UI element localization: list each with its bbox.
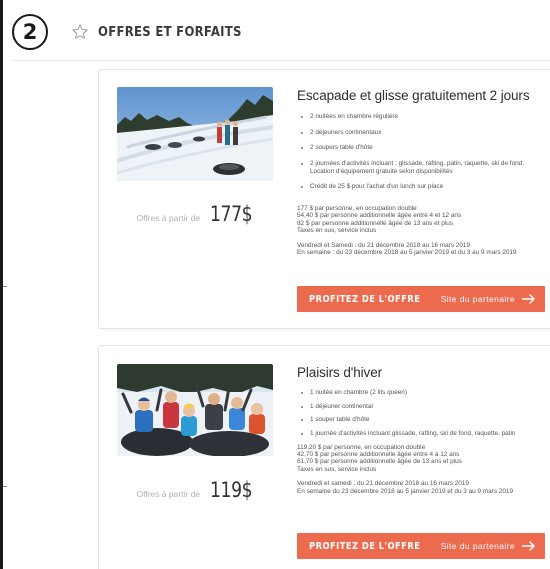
section-header: 2 OFFRES ET FORFAITS	[12, 14, 550, 61]
partner-site-link[interactable]: Site du partenaire	[441, 541, 515, 551]
date-line: En semaine : du 23 décembre 2018 au 5 ja…	[297, 249, 517, 257]
price-value: 119$	[210, 478, 253, 502]
offer-card: Offres à partir de 119$ Plaisirs d'hiver…	[98, 345, 550, 569]
pricing-line: Taxes en sus, service inclus	[297, 465, 377, 473]
list-item: 1 journée d'activités incluant glissade,…	[299, 430, 549, 438]
star-outline-icon[interactable]	[70, 22, 90, 42]
offer-pricing-details: 119,20 $ par personne, en occupation dou…	[297, 444, 549, 495]
claim-offer-label: PROFITEZ DE L'OFFRE	[309, 540, 421, 552]
price-label: Offres à partir de	[136, 213, 201, 223]
pricing-line: 119,20 $ par personne, en occupation dou…	[297, 443, 426, 451]
claim-offer-label: PROFITEZ DE L'OFFRE	[309, 293, 421, 305]
offer-title: Escapade et glisse gratuitement 2 jours	[297, 88, 530, 103]
offer-title: Plaisirs d'hiver	[297, 365, 383, 380]
left-border-tick	[3, 486, 7, 487]
date-line: En semaine du 23 décembre 2018 au 5 janv…	[297, 487, 514, 495]
arrow-right-icon	[522, 294, 535, 304]
list-item: 2 journées d'activités incluant : glissa…	[299, 160, 549, 176]
left-border-rule	[0, 0, 3, 569]
list-item: 2 nuitées en chambre régulière	[299, 113, 549, 121]
list-item: 1 déjeuner continental	[299, 403, 549, 411]
price-value: 177$	[210, 202, 253, 226]
partner-site-link[interactable]: Site du partenaire	[441, 294, 515, 304]
offer-content: Plaisirs d'hiver 1 nuitée en chambre (2 …	[297, 365, 549, 495]
date-line: Vendredi et Samedi : du 21 décembre 2018…	[297, 241, 471, 249]
section-title: OFFRES ET FORFAITS	[98, 24, 242, 40]
list-item: 2 soupers table d'hôte	[299, 144, 549, 152]
starting-price: Offres à partir de 177$	[99, 202, 299, 226]
pricing-line: 54,40 $ par personne additionnelle âgée …	[297, 212, 462, 220]
offer-pricing-details: 177 $ par personne, en occupation double…	[297, 205, 549, 256]
list-item: Crédit de 25 $ pour l'achat d'un lunch s…	[299, 183, 549, 191]
offer-photo-family-snow	[117, 364, 273, 456]
pricing-line: 42,70 $ par personne additionnelle âgée …	[297, 450, 460, 458]
list-item: 2 déjeuners continentaux	[299, 129, 549, 137]
pricing-line: 177 $ par personne, en occupation double	[297, 205, 417, 212]
pricing-line: 61,70 $ par personne additionnelle âgée …	[297, 458, 462, 466]
date-line: Vendredi et samedi : du 21 décembre 2018…	[297, 480, 469, 488]
list-item: 1 nuitée en chambre (2 lits queen)	[299, 389, 549, 397]
list-item: 1 souper table d'hôte	[299, 416, 549, 424]
offer-photo-snow-tubing	[117, 87, 273, 181]
offer-content: Escapade et glisse gratuitement 2 jours …	[297, 88, 549, 256]
claim-offer-button[interactable]: PROFITEZ DE L'OFFRE Site du partenaire	[297, 533, 545, 559]
price-label: Offres à partir de	[136, 489, 201, 499]
arrow-right-icon	[522, 541, 535, 551]
offer-inclusions-list: 1 nuitée en chambre (2 lits queen) 1 déj…	[299, 389, 549, 438]
offer-card: Offres à partir de 177$ Escapade et glis…	[98, 69, 550, 329]
step-number-badge: 2	[12, 14, 48, 50]
pricing-line: 82 $ par personne additionnelle âgée de …	[297, 219, 453, 227]
claim-offer-button[interactable]: PROFITEZ DE L'OFFRE Site du partenaire	[297, 286, 545, 312]
left-border-tick	[3, 286, 7, 287]
offer-inclusions-list: 2 nuitées en chambre régulière 2 déjeune…	[299, 113, 549, 191]
header-divider	[12, 60, 550, 61]
starting-price: Offres à partir de 119$	[99, 478, 299, 502]
pricing-line: Taxes en sus, service inclus	[297, 227, 377, 235]
